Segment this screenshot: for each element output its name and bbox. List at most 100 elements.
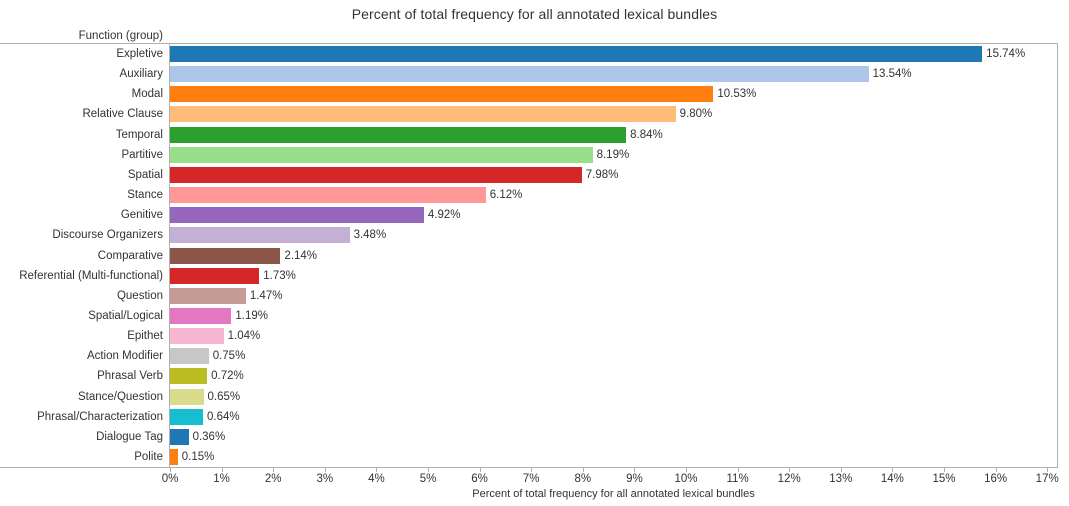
bar-row[interactable]: Phrasal/Characterization 0.64%	[0, 407, 1069, 427]
bar-row[interactable]: Spatial 7.98%	[0, 165, 1069, 185]
bar[interactable]	[170, 66, 869, 83]
bar[interactable]	[170, 86, 714, 103]
bar-row[interactable]: Expletive 15.74%	[0, 44, 1069, 64]
x-axis-tick-label: 1%	[213, 473, 230, 485]
x-axis-tick-label: 16%	[984, 473, 1008, 485]
category-label: Epithet	[127, 330, 163, 343]
bar[interactable]	[170, 146, 593, 163]
y-axis-field-header: Function (group)	[78, 30, 163, 42]
bar-row[interactable]: Partitive 8.19%	[0, 145, 1069, 165]
bar[interactable]	[170, 207, 424, 224]
bar-row[interactable]: Relative Clause 9.80%	[0, 104, 1069, 124]
bar[interactable]	[170, 287, 246, 304]
bar[interactable]	[170, 46, 983, 62]
x-axis-tick-label: 10%	[674, 473, 698, 485]
x-axis: Percent of total frequency for all annot…	[0, 467, 1069, 506]
bar-row[interactable]: Spatial/Logical 1.19%	[0, 306, 1069, 326]
bar-row[interactable]: Polite 0.15%	[0, 447, 1069, 467]
category-label: Expletive	[116, 48, 163, 60]
category-label: Polite	[134, 451, 163, 463]
bar-value-label: 0.36%	[192, 430, 226, 443]
bar-value-label: 0.65%	[207, 390, 241, 403]
bar[interactable]	[170, 166, 582, 183]
bar-value-label: 0.75%	[212, 350, 246, 363]
bar-value-label: 6.12%	[489, 189, 523, 202]
bar[interactable]	[170, 267, 260, 284]
category-label: Comparative	[97, 249, 163, 262]
bar-row[interactable]: Discourse Organizers 3.48%	[0, 225, 1069, 245]
category-label: Phrasal Verb	[97, 370, 163, 383]
category-label: Stance/Question	[77, 390, 163, 403]
bar-rows: Expletive 15.74% Auxiliary 13.54% Modal 10.53…	[0, 44, 1069, 467]
bar[interactable]	[170, 227, 350, 244]
x-axis-tick-label: 14%	[880, 473, 904, 485]
x-axis-tick-label: 6%	[471, 473, 488, 485]
bar-row[interactable]: Comparative 2.14%	[0, 246, 1069, 266]
bar[interactable]	[170, 408, 204, 425]
x-axis-title: Percent of total frequency for all annot…	[472, 488, 755, 500]
bar-value-label: 3.48%	[353, 229, 387, 242]
bar[interactable]	[170, 126, 627, 143]
bar-row[interactable]: Phrasal Verb 0.72%	[0, 366, 1069, 386]
category-label: Genitive	[120, 209, 163, 222]
bar-value-label: 13.54%	[872, 68, 912, 81]
bar[interactable]	[170, 247, 281, 264]
bar-row[interactable]: Temporal 8.84%	[0, 125, 1069, 145]
bar-row[interactable]: Question 1.47%	[0, 286, 1069, 306]
x-axis-tick-label: 13%	[829, 473, 853, 485]
bar[interactable]	[170, 307, 232, 324]
bar-value-label: 0.72%	[211, 370, 244, 383]
bar-value-label: 4.92%	[427, 209, 461, 222]
page-title: Percent of total frequency for all annot…	[351, 6, 718, 22]
category-label: Action Modifier	[86, 350, 163, 363]
bar-value-label: 1.04%	[227, 330, 261, 343]
category-label: Relative Clause	[82, 108, 163, 121]
category-label: Stance	[127, 189, 163, 202]
category-label: Discourse Organizers	[52, 229, 163, 242]
category-label: Question	[116, 289, 163, 302]
bar-row[interactable]: Auxiliary 13.54%	[0, 64, 1069, 84]
x-axis-tick-label: 3%	[316, 473, 334, 485]
bar-value-label: 2.14%	[284, 249, 318, 262]
category-label: Phrasal/Characterization	[37, 410, 163, 423]
bar[interactable]	[170, 368, 208, 385]
bar-value-label: 1.47%	[249, 289, 283, 302]
bar-value-label: 1.19%	[235, 309, 268, 322]
bar-value-label: 7.98%	[585, 168, 619, 181]
x-axis-tick-label: 2%	[264, 473, 282, 485]
bar[interactable]	[170, 449, 178, 465]
x-axis-tick-label: 8%	[574, 473, 592, 485]
category-label: Spatial/Logical	[88, 309, 163, 322]
bar-row[interactable]: Stance 6.12%	[0, 185, 1069, 205]
x-axis-tick-label: 7%	[522, 473, 540, 485]
x-axis-tick-label: 12%	[777, 473, 801, 485]
bar[interactable]	[170, 106, 676, 123]
bar-value-label: 8.84%	[630, 128, 663, 141]
x-axis-tick-label: 0%	[161, 473, 179, 485]
bar[interactable]	[170, 187, 486, 204]
bar-row[interactable]: Action Modifier 0.75%	[0, 346, 1069, 366]
x-axis-tick-label: 11%	[726, 473, 749, 485]
category-label: Auxiliary	[119, 68, 163, 81]
bar-chart: Percent of total frequency for all annot…	[0, 0, 1069, 506]
bar-row[interactable]: Dialogue Tag 0.36%	[0, 427, 1069, 447]
bar-row[interactable]: Modal 10.53%	[0, 84, 1069, 104]
bar-row[interactable]: Stance/Question 0.65%	[0, 387, 1069, 407]
bar-value-label: 0.15%	[181, 451, 215, 463]
bar[interactable]	[170, 388, 204, 405]
x-axis-tick-label: 17%	[1035, 473, 1059, 485]
bar-row[interactable]: Epithet 1.04%	[0, 326, 1069, 346]
bar-value-label: 15.74%	[986, 48, 1026, 60]
bar[interactable]	[170, 428, 189, 445]
bar-row[interactable]: Genitive 4.92%	[0, 205, 1069, 225]
bar-value-label: 10.53%	[717, 88, 757, 101]
bar[interactable]	[170, 328, 224, 345]
x-axis-tick-label: 5%	[419, 473, 437, 485]
x-axis-tick-label: 15%	[932, 473, 956, 485]
bar-row[interactable]: Referential (Multi-functional) 1.73%	[0, 266, 1069, 286]
category-label: Dialogue Tag	[96, 430, 163, 443]
category-label: Partitive	[121, 148, 163, 161]
bar-value-label: 0.64%	[207, 410, 240, 423]
bar[interactable]	[170, 348, 209, 365]
bar-value-label: 9.80%	[679, 108, 713, 121]
